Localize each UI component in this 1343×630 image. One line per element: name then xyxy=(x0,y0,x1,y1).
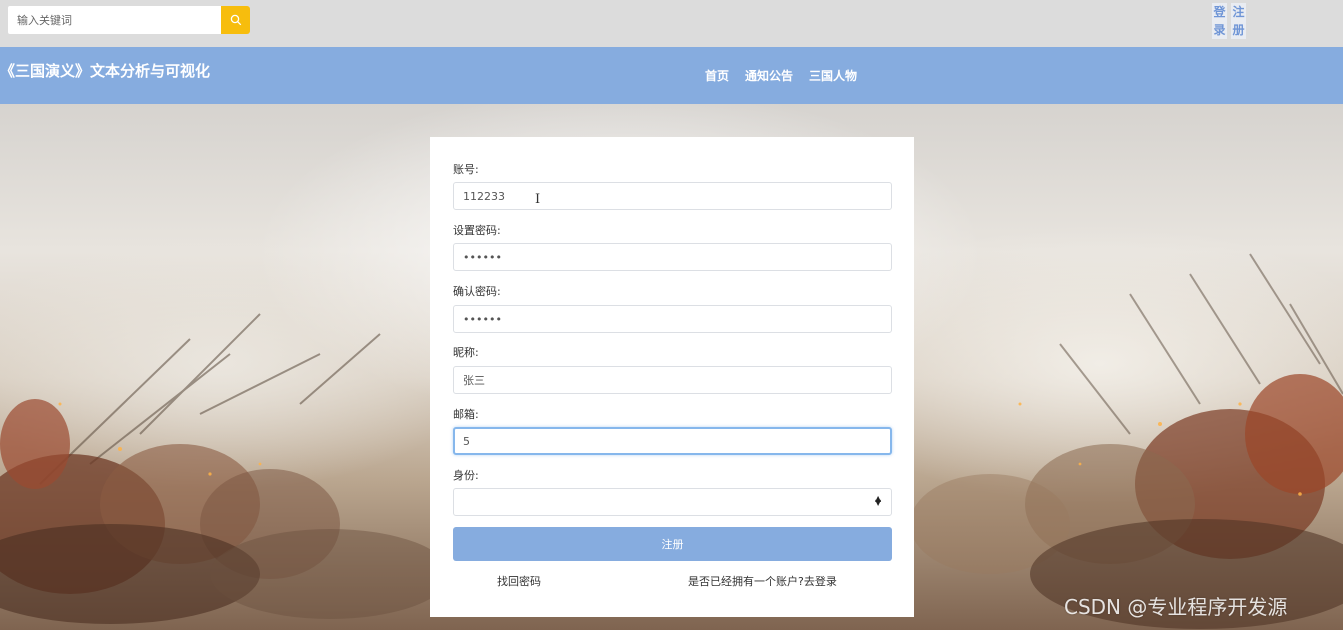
nickname-input[interactable] xyxy=(453,366,892,394)
nav-item-home[interactable]: 首页 xyxy=(705,67,729,84)
auth-links: 登录 注册 xyxy=(1212,3,1246,39)
confirm-password-input[interactable] xyxy=(453,305,892,333)
account-label: 账号: xyxy=(453,163,479,176)
text-cursor-icon: I xyxy=(535,192,541,207)
email-input[interactable] xyxy=(453,427,892,455)
identity-label: 身份: xyxy=(453,469,479,482)
identity-select[interactable] xyxy=(453,488,892,516)
account-input[interactable] xyxy=(453,182,892,210)
register-form-card: 账号: 设置密码: 确认密码: 昵称: 邮箱: 身份: ▲▼ 注册 找回密码 是… xyxy=(430,137,914,617)
watermark: CSDN @专业程序开发源 xyxy=(1064,595,1288,619)
search-box xyxy=(8,6,250,34)
forgot-password-link[interactable]: 找回密码 xyxy=(497,573,541,589)
register-submit-button[interactable]: 注册 xyxy=(453,527,892,561)
register-link[interactable]: 注册 xyxy=(1231,3,1246,39)
nickname-label: 昵称: xyxy=(453,346,479,359)
go-login-link[interactable]: 是否已经拥有一个账户?去登录 xyxy=(688,573,837,589)
main-nav: 首页 通知公告 三国人物 xyxy=(705,67,857,84)
email-label: 邮箱: xyxy=(453,408,479,421)
password-label: 设置密码: xyxy=(453,224,501,237)
search-icon xyxy=(230,14,241,26)
confirm-password-label: 确认密码: xyxy=(453,285,501,298)
login-link[interactable]: 登录 xyxy=(1212,3,1227,39)
password-input[interactable] xyxy=(453,243,892,271)
site-header: 《三国演义》文本分析与可视化 首页 通知公告 三国人物 xyxy=(0,47,1343,104)
nav-item-notices[interactable]: 通知公告 xyxy=(745,67,793,84)
search-input[interactable] xyxy=(8,6,221,34)
site-title: 《三国演义》文本分析与可视化 xyxy=(0,62,211,80)
nav-item-characters[interactable]: 三国人物 xyxy=(809,67,857,84)
search-button[interactable] xyxy=(221,6,250,34)
top-utility-bar: 登录 注册 xyxy=(0,0,1343,47)
